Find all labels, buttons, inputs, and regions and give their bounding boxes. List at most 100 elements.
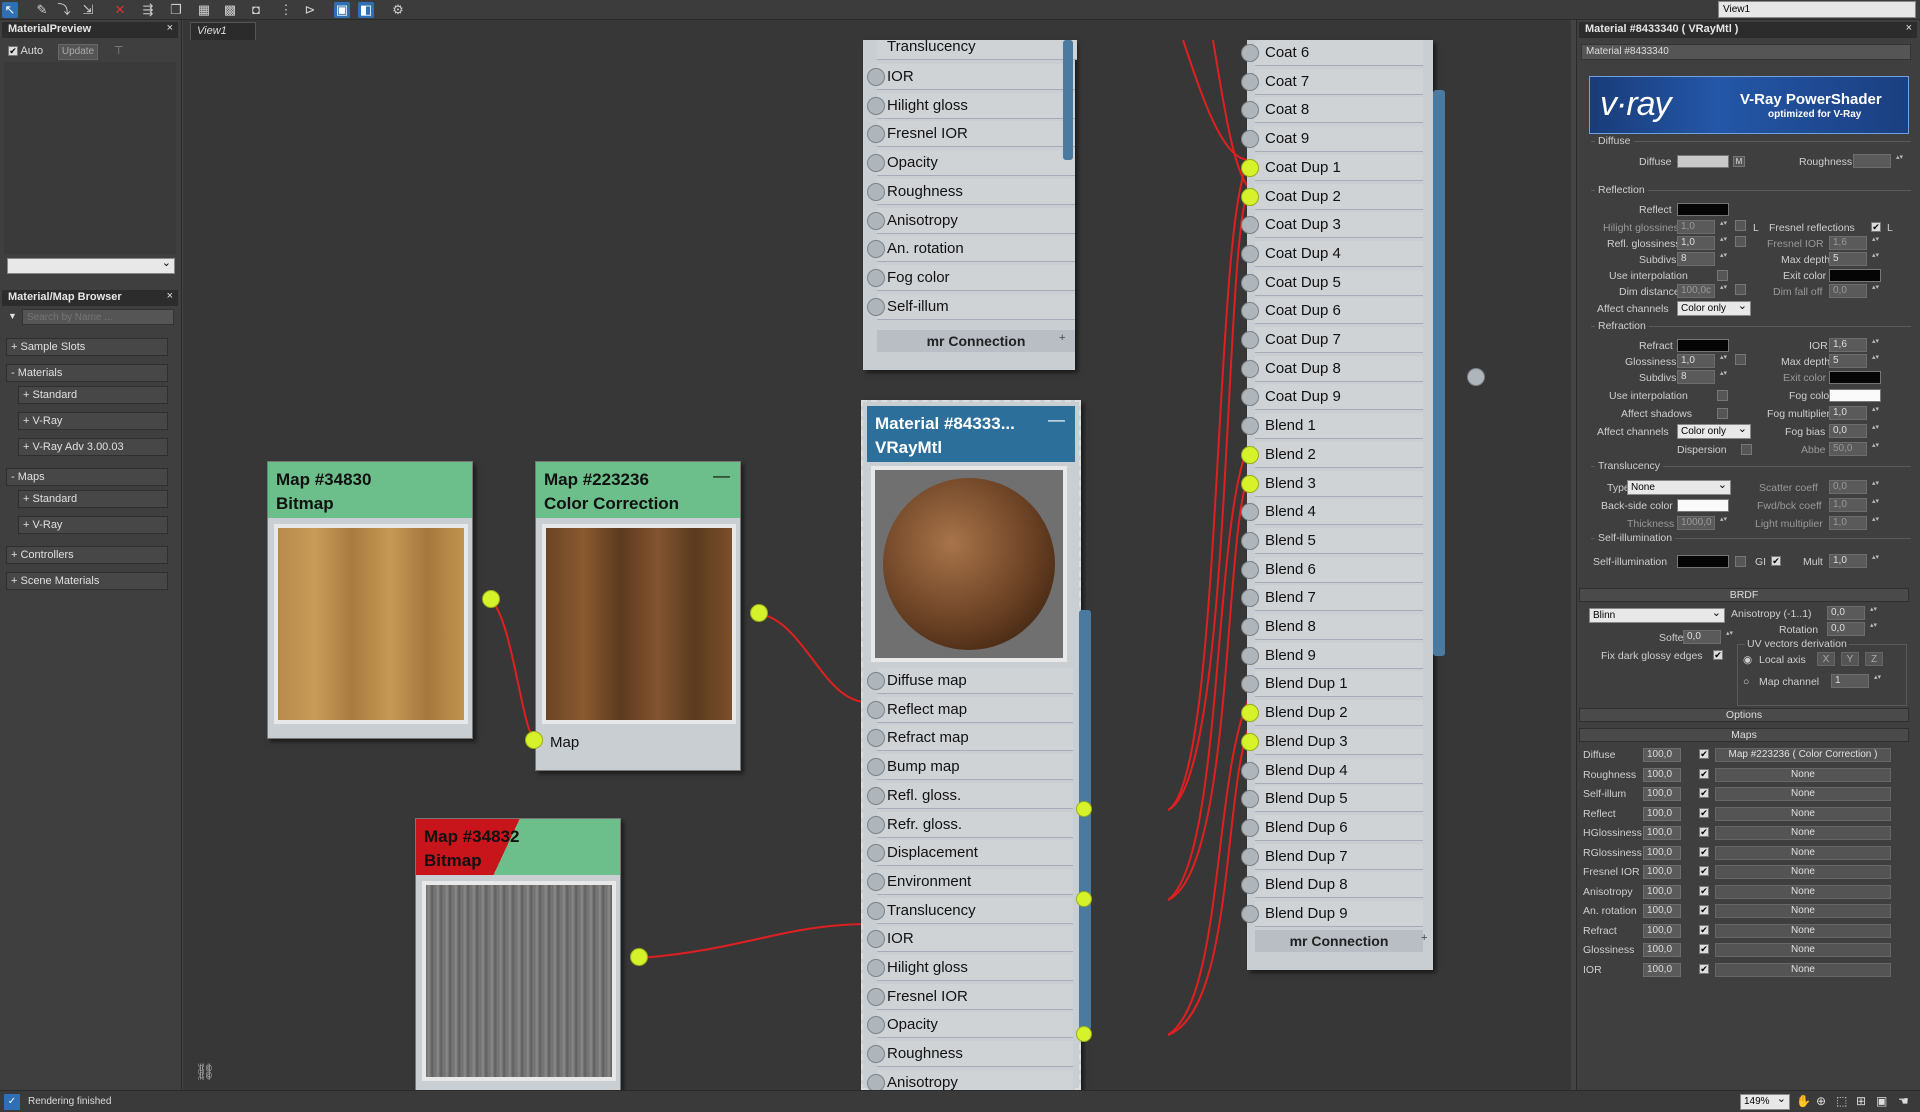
slot-roughness[interactable]: Roughness <box>877 178 1075 205</box>
map-amount-spinner[interactable]: 100,0 <box>1643 826 1681 840</box>
input-socket[interactable] <box>867 700 885 719</box>
refract-color-swatch[interactable] <box>1677 339 1729 352</box>
slot-blend-dup-6[interactable]: Blend Dup 6 <box>1255 814 1423 841</box>
input-socket[interactable] <box>1241 704 1259 723</box>
slot-coat-dup-6[interactable]: Coat Dup 6 <box>1255 298 1423 325</box>
node-footer-mr-connection[interactable]: mr Connection <box>877 330 1075 352</box>
slot-blend-dup-9[interactable]: Blend Dup 9 <box>1255 901 1423 927</box>
fog-bias-spinner[interactable]: 0,0 <box>1829 424 1880 438</box>
tree-controllers[interactable]: + Controllers <box>6 546 168 564</box>
map-slot-button[interactable]: None <box>1715 767 1891 782</box>
slot-roughness[interactable]: Roughness <box>877 1041 1073 1068</box>
map-slot-button[interactable]: None <box>1715 943 1891 957</box>
max-depth-spinner[interactable]: 5 <box>1829 252 1880 266</box>
slot-refr-gloss[interactable]: Refr. gloss. <box>877 811 1073 838</box>
fwd-bck-coeff-spinner[interactable]: 1,0 <box>1829 498 1880 512</box>
slot-coat-9[interactable]: Coat 9 <box>1255 126 1423 153</box>
node-footer-mr-connection[interactable]: mr Connection <box>1255 930 1423 952</box>
input-socket[interactable] <box>1241 818 1259 837</box>
browser-search-input[interactable] <box>22 309 174 325</box>
affect-shadows-checkbox[interactable] <box>1717 408 1728 419</box>
map-enable-checkbox[interactable]: ✔ <box>1699 866 1709 876</box>
input-socket[interactable] <box>867 1073 885 1090</box>
map-amount-spinner[interactable]: 100,0 <box>1643 767 1681 782</box>
dim-distance-checkbox[interactable] <box>1735 284 1746 295</box>
auto-checkbox[interactable]: ✔ Auto <box>8 45 43 57</box>
input-socket[interactable] <box>1241 474 1259 493</box>
input-socket[interactable] <box>1241 732 1259 751</box>
input-socket[interactable] <box>867 872 885 891</box>
map-enable-checkbox[interactable]: ✔ <box>1699 827 1709 837</box>
refl-gloss-map-button[interactable] <box>1735 236 1746 247</box>
input-socket[interactable] <box>867 268 885 287</box>
slot-coat-dup-7[interactable]: Coat Dup 7 <box>1255 327 1423 353</box>
map-enable-checkbox[interactable]: ✔ <box>1699 768 1709 779</box>
slot-coat-6[interactable]: Coat 6 <box>1255 40 1423 66</box>
slot-environment[interactable]: Environment <box>877 868 1073 895</box>
material-name-field[interactable]: Material #8433340 <box>1581 44 1911 60</box>
slot-opacity[interactable]: Opacity <box>877 1012 1073 1039</box>
input-socket[interactable] <box>1241 531 1259 550</box>
output-socket[interactable] <box>1076 801 1092 817</box>
slot-self-illum[interactable]: Self-illum <box>877 293 1075 320</box>
slot-blend-1[interactable]: Blend 1 <box>1255 413 1423 440</box>
refr-max-depth-spinner[interactable]: 5 <box>1829 354 1880 368</box>
input-socket[interactable] <box>867 959 885 977</box>
input-socket[interactable] <box>1241 158 1259 177</box>
fog-color-swatch[interactable] <box>1829 389 1881 402</box>
toggle-browser-icon[interactable]: ◧ <box>358 2 374 18</box>
map-enable-checkbox[interactable]: ✔ <box>1699 846 1709 857</box>
slot-blend-2[interactable]: Blend 2 <box>1255 441 1423 468</box>
selfillum-map-button[interactable] <box>1735 556 1746 567</box>
input-socket[interactable] <box>1241 646 1259 665</box>
input-socket[interactable] <box>1241 130 1259 149</box>
delete-icon[interactable]: ✕ <box>112 2 128 18</box>
select-icon[interactable]: ↖ <box>2 2 18 18</box>
map-amount-spinner[interactable]: 100,0 <box>1643 962 1681 977</box>
map-amount-spinner[interactable]: 100,0 <box>1643 904 1681 918</box>
put-material-icon[interactable]: ⤵ <box>56 2 72 18</box>
input-socket[interactable] <box>1241 331 1259 349</box>
slot-refract-map[interactable]: Refract map <box>877 725 1073 752</box>
slot-map[interactable]: Map <box>536 730 740 756</box>
gi-checkbox[interactable]: ✔ <box>1771 556 1781 566</box>
layout-horizontal-icon[interactable]: ⊳ <box>302 2 318 18</box>
input-socket[interactable] <box>1241 445 1259 464</box>
dim-distance-spinner[interactable]: 100,0c <box>1677 284 1728 298</box>
slot-fresnel-ior[interactable]: Fresnel IOR <box>877 121 1075 148</box>
toggle-params-icon[interactable]: ▣ <box>334 2 350 18</box>
input-socket[interactable] <box>867 68 885 86</box>
tab-view1[interactable]: View1 <box>190 22 256 40</box>
slot-blend-4[interactable]: Blend 4 <box>1255 499 1423 526</box>
map-enable-checkbox[interactable]: ✔ <box>1699 749 1709 759</box>
slot-coat-dup-1[interactable]: Coat Dup 1 <box>1255 154 1423 181</box>
map-slot-button[interactable]: None <box>1715 923 1891 938</box>
minimize-icon[interactable]: — <box>713 464 730 488</box>
input-socket[interactable] <box>1241 847 1259 866</box>
map-slot-button[interactable]: None <box>1715 962 1891 977</box>
slot-coat-dup-4[interactable]: Coat Dup 4 <box>1255 240 1423 267</box>
fix-dark-edges-checkbox[interactable]: ✔ <box>1713 650 1723 660</box>
slot-hilight-gloss[interactable]: Hilight gloss <box>877 92 1075 119</box>
node-vraymtl-84333[interactable]: Material #84333... VRayMtl — Diffuse map… <box>861 400 1081 1090</box>
input-socket[interactable] <box>1241 618 1259 636</box>
fresnel-checkbox[interactable]: ✔ <box>1871 222 1881 232</box>
slot-blend-7[interactable]: Blend 7 <box>1255 585 1423 612</box>
mult-spinner[interactable]: 1,0 <box>1829 554 1880 568</box>
input-socket-map[interactable] <box>525 731 543 749</box>
map-amount-spinner[interactable]: 100,0 <box>1643 787 1681 801</box>
node-canvas[interactable]: Map #34830 Bitmap Map #223236 Color Corr… <box>183 20 1571 1090</box>
fresnel-lock-label[interactable]: L <box>1887 222 1893 234</box>
slot-blend-dup-5[interactable]: Blend Dup 5 <box>1255 786 1423 813</box>
hand-icon[interactable]: ☚ <box>1898 1094 1909 1108</box>
slot-diffuse-map[interactable]: Diffuse map <box>877 668 1073 694</box>
map-channel-radio[interactable]: ○ <box>1743 676 1749 688</box>
slot-fog-color[interactable]: Fog color <box>877 264 1075 291</box>
map-enable-checkbox[interactable]: ✔ <box>1699 885 1709 896</box>
checker-icon[interactable]: ▩ <box>222 2 238 18</box>
slot-ior[interactable]: IOR <box>877 926 1073 953</box>
dim-falloff-spinner[interactable]: 0,0 <box>1829 284 1880 298</box>
input-socket[interactable] <box>867 154 885 173</box>
preview-options-icon[interactable]: ⊤ <box>114 44 124 57</box>
tree-materials-vray-adv[interactable]: + V-Ray Adv 3.00.03 <box>18 438 168 456</box>
